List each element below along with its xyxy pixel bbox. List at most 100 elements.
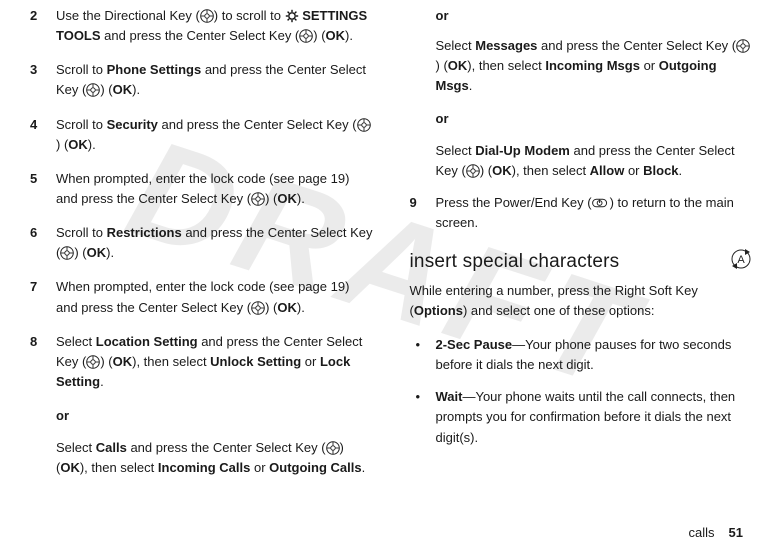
- dpad-icon: [86, 83, 100, 97]
- dpad-icon: [60, 246, 74, 260]
- or-label: or: [56, 406, 374, 426]
- dpad-icon: [299, 29, 313, 43]
- step-body: Scroll to Phone Settings and press the C…: [56, 60, 374, 100]
- dpad-icon: [200, 9, 214, 23]
- text: and press the Center Select Key (: [127, 440, 326, 455]
- text: .: [679, 163, 683, 178]
- step-8: 8 Select Location Setting and press the …: [30, 332, 374, 392]
- text: ) (: [74, 245, 86, 260]
- dpad-icon: [251, 301, 265, 315]
- security-label: Security: [107, 117, 158, 132]
- step-4: 4 Scroll to Security and press the Cente…: [30, 115, 374, 155]
- ok-label: OK: [87, 245, 107, 260]
- text: .: [469, 78, 473, 93]
- bullet-dot: •: [410, 335, 436, 375]
- step-number: 4: [30, 115, 56, 155]
- ok-label: OK: [326, 28, 346, 43]
- calls-option: Select Calls and press the Center Select…: [56, 438, 374, 478]
- dpad-icon: [357, 118, 371, 132]
- step-body: Press the Power/End Key () to return to …: [436, 193, 754, 233]
- text: ) (: [265, 191, 277, 206]
- text: ) (: [100, 82, 112, 97]
- text: ) (: [436, 58, 448, 73]
- dialup-modem-label: Dial-Up Modem: [475, 143, 570, 158]
- text: ) (: [265, 300, 277, 315]
- or-label: or: [436, 6, 754, 26]
- phone-settings-label: Phone Settings: [107, 62, 202, 77]
- text: Select: [56, 334, 96, 349]
- messages-option: Select Messages and press the Center Sel…: [436, 36, 754, 96]
- step-body: Scroll to Restrictions and press the Cen…: [56, 223, 374, 263]
- step-number: 2: [30, 6, 56, 46]
- left-column: 2 Use the Directional Key ( ) to scroll t…: [30, 6, 374, 549]
- bullet-wait: • Wait—Your phone waits until the call c…: [410, 387, 754, 447]
- 2sec-pause-label: 2-Sec Pause: [436, 337, 513, 352]
- dpad-icon: [326, 441, 340, 455]
- bullet-dot: •: [410, 387, 436, 447]
- step-5: 5 When prompted, enter the lock code (se…: [30, 169, 374, 209]
- step-body: Use the Directional Key () to scroll to …: [56, 6, 374, 46]
- options-label: Options: [414, 303, 463, 318]
- text: Press the Power/End Key (: [436, 195, 592, 210]
- step-body: When prompted, enter the lock code (see …: [56, 277, 374, 317]
- text: When prompted, enter the lock code (see …: [56, 171, 349, 206]
- calls-label: Calls: [96, 440, 127, 455]
- step-number: 8: [30, 332, 56, 392]
- text: ), then select: [512, 163, 590, 178]
- text: Select: [436, 143, 476, 158]
- dpad-icon: [251, 192, 265, 206]
- footer-page-number: 51: [729, 525, 743, 540]
- step-body: Select Location Setting and press the Ce…: [56, 332, 374, 392]
- text: ) (: [313, 28, 325, 43]
- block-label: Block: [643, 163, 678, 178]
- restrictions-label: Restrictions: [107, 225, 182, 240]
- step-body: Scroll to Security and press the Center …: [56, 115, 374, 155]
- ok-label: OK: [492, 163, 512, 178]
- text: ).: [297, 191, 305, 206]
- text: ).: [297, 300, 305, 315]
- ok-label: OK: [277, 300, 297, 315]
- step-2: 2 Use the Directional Key ( ) to scroll t…: [30, 6, 374, 46]
- text: Select: [56, 440, 96, 455]
- wait-label: Wait: [436, 389, 463, 404]
- page-body: 2 Use the Directional Key ( ) to scroll t…: [0, 0, 771, 549]
- outgoing-calls-label: Outgoing Calls: [269, 460, 361, 475]
- page-footer: calls51: [689, 523, 743, 543]
- text: or: [624, 163, 643, 178]
- section-heading-row: insert special characters: [410, 247, 754, 276]
- location-setting-label: Location Setting: [96, 334, 198, 349]
- text: ), then select: [80, 460, 158, 475]
- step-number: 7: [30, 277, 56, 317]
- step-number: 6: [30, 223, 56, 263]
- ok-label: OK: [60, 460, 80, 475]
- text: .: [362, 460, 366, 475]
- messages-label: Messages: [475, 38, 537, 53]
- step-number: 5: [30, 169, 56, 209]
- step-3: 3 Scroll to Phone Settings and press the…: [30, 60, 374, 100]
- text: or: [301, 354, 320, 369]
- step-body: When prompted, enter the lock code (see …: [56, 169, 374, 209]
- step-7: 7 When prompted, enter the lock code (se…: [30, 277, 374, 317]
- text: or: [250, 460, 269, 475]
- or-label: or: [436, 109, 754, 129]
- text: ) (: [480, 163, 492, 178]
- text: ) to scroll to: [214, 8, 285, 23]
- bullet-body: Wait—Your phone waits until the call con…: [436, 387, 754, 447]
- text: Select: [436, 38, 476, 53]
- text: ) and select one of these options:: [463, 303, 655, 318]
- step-number: 3: [30, 60, 56, 100]
- step-9: 9 Press the Power/End Key () to return t…: [410, 193, 754, 233]
- incoming-calls-label: Incoming Calls: [158, 460, 250, 475]
- text: and press the Center Select Key (: [158, 117, 357, 132]
- dpad-icon: [736, 39, 750, 53]
- text: and press the Center Select Key (: [101, 28, 300, 43]
- text: Use the Directional Key (: [56, 8, 200, 23]
- ok-label: OK: [448, 58, 468, 73]
- incoming-msgs-label: Incoming Msgs: [545, 58, 640, 73]
- bullet-2sec-pause: • 2-Sec Pause—Your phone pauses for two …: [410, 335, 754, 375]
- text: When prompted, enter the lock code (see …: [56, 279, 349, 314]
- text: ), then select: [132, 354, 210, 369]
- dpad-icon: [86, 355, 100, 369]
- text: .: [100, 374, 104, 389]
- text: Scroll to: [56, 62, 107, 77]
